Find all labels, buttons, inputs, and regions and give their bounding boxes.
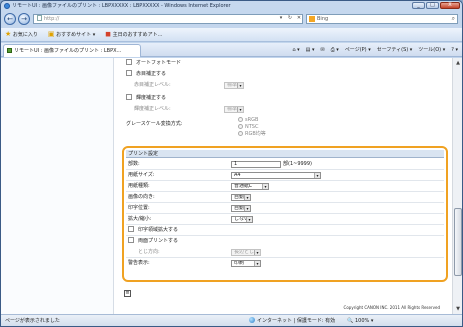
- status-right: インターネット | 保護モード: 有効 🔍 100% ▾: [249, 315, 373, 326]
- orientation-select[interactable]: 自動 ▾: [231, 194, 251, 201]
- minimize-button[interactable]: _: [412, 2, 425, 9]
- feeds-icon[interactable]: ▤ ▾: [306, 45, 315, 55]
- tab-page-icon: [7, 48, 12, 53]
- fit-option[interactable]: 印字領域拡大する: [128, 225, 178, 235]
- window-title: リモートUI : 画像ファイルのプリント : LBPXXXXX : LBPXXX…: [12, 3, 231, 9]
- star-icon: ★: [5, 30, 12, 38]
- search-icon[interactable]: ⌕: [452, 15, 455, 23]
- status-bar: ページが表示されました インターネット | 保護モード: 有効 🔍 100% ▾: [1, 314, 462, 326]
- suggested-sites-icon: ▣: [47, 30, 55, 38]
- divider: [126, 213, 444, 214]
- brightness-checkbox[interactable]: [126, 94, 132, 100]
- scroll-thumb[interactable]: [454, 208, 462, 276]
- tab-row: リモートUI : 画像ファイルのプリント : LBPX... ⌂ ▾ ▤ ▾ ✉…: [1, 43, 462, 57]
- scroll-down-icon[interactable]: ▼: [454, 305, 462, 313]
- rgb-radio[interactable]: [238, 131, 243, 136]
- favorites-bar: ★ お気に入り ▣ おすすめサイト ▾ ◼ 主日のおすすめアト...: [1, 28, 462, 42]
- copies-label: 部数:: [128, 161, 140, 167]
- position-label: 印字位置:: [128, 205, 150, 211]
- close-button[interactable]: X: [440, 2, 460, 9]
- browser-window: リモートUI : 画像ファイルのプリント : LBPXXXXX : LBPXXX…: [0, 0, 463, 327]
- copies-hint: 部(1~9999): [283, 161, 312, 167]
- security-zone[interactable]: インターネット | 保護モード: 有効: [249, 315, 335, 326]
- orientation-label: 画像の向き:: [128, 194, 155, 200]
- stop-icon[interactable]: ✕: [295, 14, 303, 22]
- warning-select[interactable]: 印刷 ▾: [231, 260, 261, 267]
- sharpness-level-label: 赤目補正レベル:: [134, 82, 171, 88]
- window-controls: _ □ X: [412, 2, 460, 9]
- grayscale-option-rgb[interactable]: RGB均等: [238, 129, 266, 139]
- fit-checkbox[interactable]: [128, 226, 134, 232]
- paper-size-select[interactable]: A4 ▾: [231, 172, 321, 179]
- auto-photo-mode-option[interactable]: オートフォトモード: [126, 58, 181, 68]
- page-icon: [37, 15, 42, 21]
- zoom-level[interactable]: 🔍 100% ▾: [347, 315, 373, 326]
- sharpness-level-select[interactable]: 標準 ▾: [224, 82, 244, 89]
- scroll-up-icon[interactable]: ▲: [454, 59, 462, 67]
- warning-label: 警告表示:: [128, 260, 150, 266]
- page-content: オートフォトモード 赤目補正する 赤目補正レベル: 標準 ▾ 輝度補正する 輝度補…: [1, 58, 462, 314]
- binding-label: とじ方向:: [138, 249, 160, 255]
- ie-icon: [4, 3, 10, 9]
- binding-select[interactable]: 長辺とじ ▾: [231, 249, 261, 256]
- page-menu[interactable]: ページ(P) ▾: [345, 45, 371, 55]
- command-bar: ⌂ ▾ ▤ ▾ ✉ ⎙ ▾ ページ(P) ▾ セーフティ(S) ▾ ツール(O)…: [292, 45, 458, 55]
- grayscale-label: グレースケール変換方式:: [126, 121, 183, 127]
- address-bar[interactable]: http://: [33, 14, 303, 24]
- auto-photo-checkbox[interactable]: [126, 59, 132, 65]
- back-button[interactable]: ←: [4, 13, 16, 25]
- bing-icon: [309, 16, 315, 22]
- brightness-level-label: 輝度補正レベル:: [134, 106, 171, 112]
- paper-size-label: 用紙サイズ:: [128, 172, 155, 178]
- copyright-text: Copyright CANON INC. 2011 All Rights Res…: [343, 305, 440, 310]
- address-url: http://: [44, 16, 60, 22]
- web-slice-button[interactable]: ◼ 主日のおすすめアト...: [105, 27, 162, 42]
- vertical-scrollbar[interactable]: ▲ ▼: [452, 58, 462, 314]
- search-engine-label: Bing: [317, 16, 329, 22]
- help-menu[interactable]: ? ▾: [451, 45, 458, 55]
- position-select[interactable]: 自動 ▾: [231, 205, 251, 212]
- brightness-option[interactable]: 輝度補正する: [126, 93, 166, 103]
- divider: [126, 257, 444, 258]
- mail-icon[interactable]: ✉: [320, 45, 324, 55]
- page-top-icon[interactable]: ≡: [124, 290, 131, 297]
- title-bar: リモートUI : 画像ファイルのプリント : LBPXXXXX : LBPXXX…: [1, 1, 462, 11]
- paper-type-select[interactable]: 普通紙L ▾: [231, 183, 269, 190]
- divider: [126, 180, 444, 181]
- compat-view-icon[interactable]: ▾: [277, 14, 285, 22]
- print-icon[interactable]: ⎙ ▾: [331, 45, 339, 55]
- home-icon[interactable]: ⌂ ▾: [292, 45, 299, 55]
- brightness-level-select[interactable]: 標準 ▾: [224, 106, 244, 113]
- search-box[interactable]: Bing ⌕: [306, 14, 458, 24]
- tab-label: リモートUI : 画像ファイルのプリント : LBPX...: [14, 48, 122, 54]
- status-message: ページが表示されました: [5, 318, 60, 324]
- divider: [126, 191, 444, 192]
- divider: [126, 202, 444, 203]
- suggested-sites-button[interactable]: ▣ おすすめサイト ▾: [48, 27, 95, 42]
- globe-icon: [249, 317, 255, 323]
- sharpness-option[interactable]: 赤目補正する: [126, 69, 166, 79]
- duplex-option[interactable]: 両面プリントする: [128, 236, 178, 246]
- paper-type-label: 用紙種類:: [128, 183, 150, 189]
- address-row: ← → http:// ▾ ↻ ✕ Bing ⌕: [1, 12, 462, 27]
- tools-menu[interactable]: ツール(O) ▾: [418, 45, 445, 55]
- divider: [126, 169, 444, 170]
- duplex-checkbox[interactable]: [128, 237, 134, 243]
- left-pane: [1, 58, 114, 314]
- maximize-button[interactable]: □: [426, 2, 439, 9]
- sharpness-checkbox[interactable]: [126, 70, 132, 76]
- safety-menu[interactable]: セーフティ(S) ▾: [377, 45, 413, 55]
- tab-remote-ui[interactable]: リモートUI : 画像ファイルのプリント : LBPX...: [3, 44, 141, 57]
- forward-button[interactable]: →: [18, 13, 30, 25]
- web-slice-icon: ◼: [105, 30, 112, 38]
- copies-input[interactable]: 1: [231, 161, 281, 168]
- print-settings-panel: プリント設定 部数: 1 部(1~9999) 用紙サイズ: A4 ▾ 用紙種類: …: [122, 146, 448, 282]
- favorites-button[interactable]: ★ お気に入り: [5, 27, 38, 42]
- scale-select[interactable]: しない ▾: [231, 216, 253, 223]
- refresh-icon[interactable]: ↻: [286, 14, 294, 22]
- address-tools: ▾ ↻ ✕: [277, 14, 303, 22]
- scale-label: 拡大/縮小:: [128, 216, 152, 222]
- print-settings-title: プリント設定: [126, 150, 444, 158]
- main-panel: オートフォトモード 赤目補正する 赤目補正レベル: 標準 ▾ 輝度補正する 輝度補…: [114, 58, 452, 314]
